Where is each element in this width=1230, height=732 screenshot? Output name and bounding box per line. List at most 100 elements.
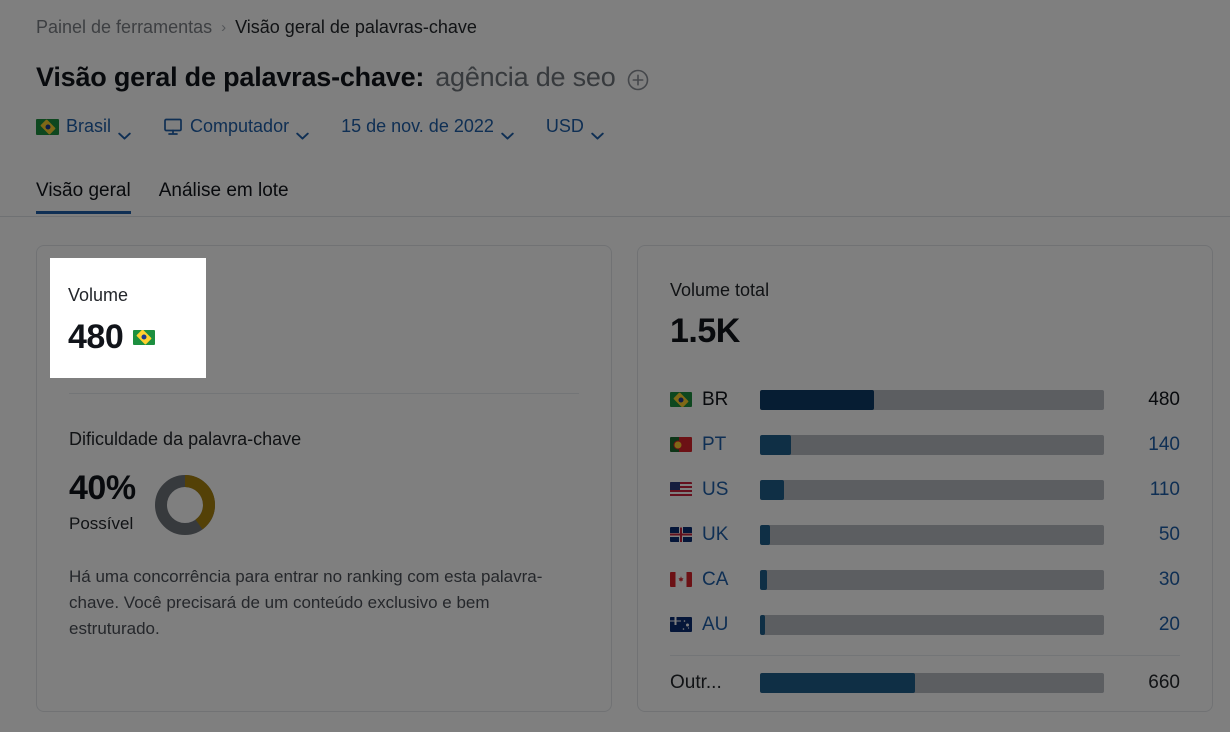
filter-currency[interactable]: USD	[545, 116, 604, 140]
flag-br-icon	[133, 329, 156, 345]
volume-value: 480	[68, 318, 124, 356]
bar-cell	[760, 479, 1122, 500]
filter-country-label: Brasil	[66, 116, 112, 136]
filter-device-label: Computador	[190, 116, 290, 136]
flag-cell	[670, 482, 702, 497]
other-value: 660	[1148, 671, 1180, 693]
bar-cell	[760, 569, 1122, 590]
flag-us-icon	[670, 482, 692, 497]
volume-label: Volume	[68, 285, 129, 305]
table-row[interactable]: CA 30	[670, 557, 1180, 602]
total-volume-label: Volume total	[670, 280, 770, 300]
plus-circle-icon[interactable]	[627, 69, 649, 91]
volume-highlight-spotlight: Volume 480	[50, 258, 206, 378]
country-code: US	[702, 478, 729, 500]
flag-uk-icon	[670, 527, 692, 542]
page-title-text: Visão geral de palavras-chave:	[36, 62, 425, 92]
bar-track	[760, 569, 1104, 590]
bar-cell	[760, 672, 1122, 693]
bar-fill	[760, 614, 766, 635]
bar-track	[760, 672, 1104, 693]
flag-cell	[670, 572, 702, 587]
chevron-down-icon	[501, 124, 514, 140]
flag-cell	[670, 392, 702, 407]
list-divider	[670, 655, 1180, 656]
chevron-down-icon	[118, 124, 131, 140]
bar-cell	[760, 434, 1122, 455]
breadcrumb-root-link[interactable]: Painel de ferramentas	[36, 14, 212, 40]
desktop-icon	[163, 118, 183, 136]
other-label: Outr...	[670, 671, 722, 693]
country-value: 480	[1148, 388, 1180, 410]
filter-date-label: 15 de nov. de 2022	[341, 116, 494, 136]
tab-bulk-analysis[interactable]: Análise em lote	[159, 180, 289, 214]
filter-currency-label: USD	[545, 116, 584, 136]
kd-description: Há uma concorrência para entrar no ranki…	[69, 567, 543, 638]
spotlight-volume-block: Volume 480	[68, 284, 156, 356]
flag-pt-icon	[670, 437, 692, 452]
table-row[interactable]: AU 20	[670, 602, 1180, 647]
bar-track	[760, 389, 1104, 410]
flag-cell	[670, 527, 702, 542]
volume-value-row: 480	[68, 318, 156, 356]
country-code: BR	[702, 388, 729, 410]
table-row[interactable]: US 110	[670, 467, 1180, 512]
country-code: CA	[702, 568, 729, 590]
chevron-down-icon	[591, 124, 604, 140]
country-value: 30	[1158, 568, 1180, 590]
bar-fill	[760, 672, 915, 693]
kd-figures: 40% Possível	[69, 468, 136, 534]
tab-bar-divider	[0, 216, 1230, 217]
bar-track	[760, 434, 1104, 455]
bar-cell	[760, 614, 1122, 635]
filter-bar: Brasil Computador 15 de nov. de 2022 USD	[36, 116, 604, 140]
table-row[interactable]: BR 480	[670, 377, 1180, 422]
tab-bar: Visão geral Análise em lote	[36, 180, 289, 214]
total-volume-value: 1.5K	[670, 312, 740, 350]
bar-cell	[760, 524, 1122, 545]
keyword-difficulty-block: 40% Possível	[69, 468, 216, 536]
bar-track	[760, 524, 1104, 545]
country-value: 50	[1158, 523, 1180, 545]
tab-overview[interactable]: Visão geral	[36, 180, 131, 214]
country-code: UK	[702, 523, 729, 545]
breadcrumb: Painel de ferramentas › Visão geral de p…	[36, 14, 477, 40]
bar-fill	[760, 569, 767, 590]
flag-br-icon	[36, 118, 59, 135]
page-title-keyword: agência de seo	[435, 62, 616, 92]
country-code: PT	[702, 433, 727, 455]
filter-country[interactable]: Brasil	[36, 116, 131, 140]
flag-ca-icon	[670, 572, 692, 587]
bar-fill	[760, 389, 874, 410]
flag-br-icon	[670, 392, 692, 407]
flag-au-icon	[670, 617, 692, 632]
country-code: AU	[702, 613, 729, 635]
bar-cell	[760, 389, 1122, 410]
kd-percent-value: 40%	[69, 469, 136, 507]
bar-fill	[760, 434, 791, 455]
card-divider	[69, 393, 579, 394]
table-row[interactable]: PT 140	[670, 422, 1180, 467]
country-volume-list: BR 480 PT 140 US 110 UK 50 CA 30 AU 20 O…	[670, 377, 1180, 705]
flag-cell	[670, 437, 702, 452]
country-value: 110	[1149, 478, 1180, 500]
breadcrumb-current: Visão geral de palavras-chave	[235, 17, 477, 37]
table-row[interactable]: UK 50	[670, 512, 1180, 557]
total-volume-card: Volume total 1.5K BR 480 PT 140 US 110 U…	[637, 245, 1213, 712]
bar-track	[760, 614, 1104, 635]
keyword-difficulty-label: Dificuldade da palavra-chave	[69, 429, 302, 449]
table-row-other[interactable]: Outr... 660	[670, 660, 1180, 705]
kd-donut-chart	[154, 474, 216, 536]
bar-track	[760, 479, 1104, 500]
country-value: 140	[1148, 433, 1180, 455]
breadcrumb-separator-icon: ›	[221, 19, 227, 36]
total-volume-block: Volume total 1.5K	[670, 279, 769, 351]
bar-fill	[760, 524, 771, 545]
filter-device[interactable]: Computador	[163, 116, 309, 140]
bar-fill	[760, 479, 785, 500]
country-value: 20	[1158, 613, 1180, 635]
filter-date[interactable]: 15 de nov. de 2022	[341, 116, 514, 140]
chevron-down-icon	[296, 124, 309, 140]
kd-status-label: Possível	[69, 514, 134, 533]
flag-cell	[670, 617, 702, 632]
